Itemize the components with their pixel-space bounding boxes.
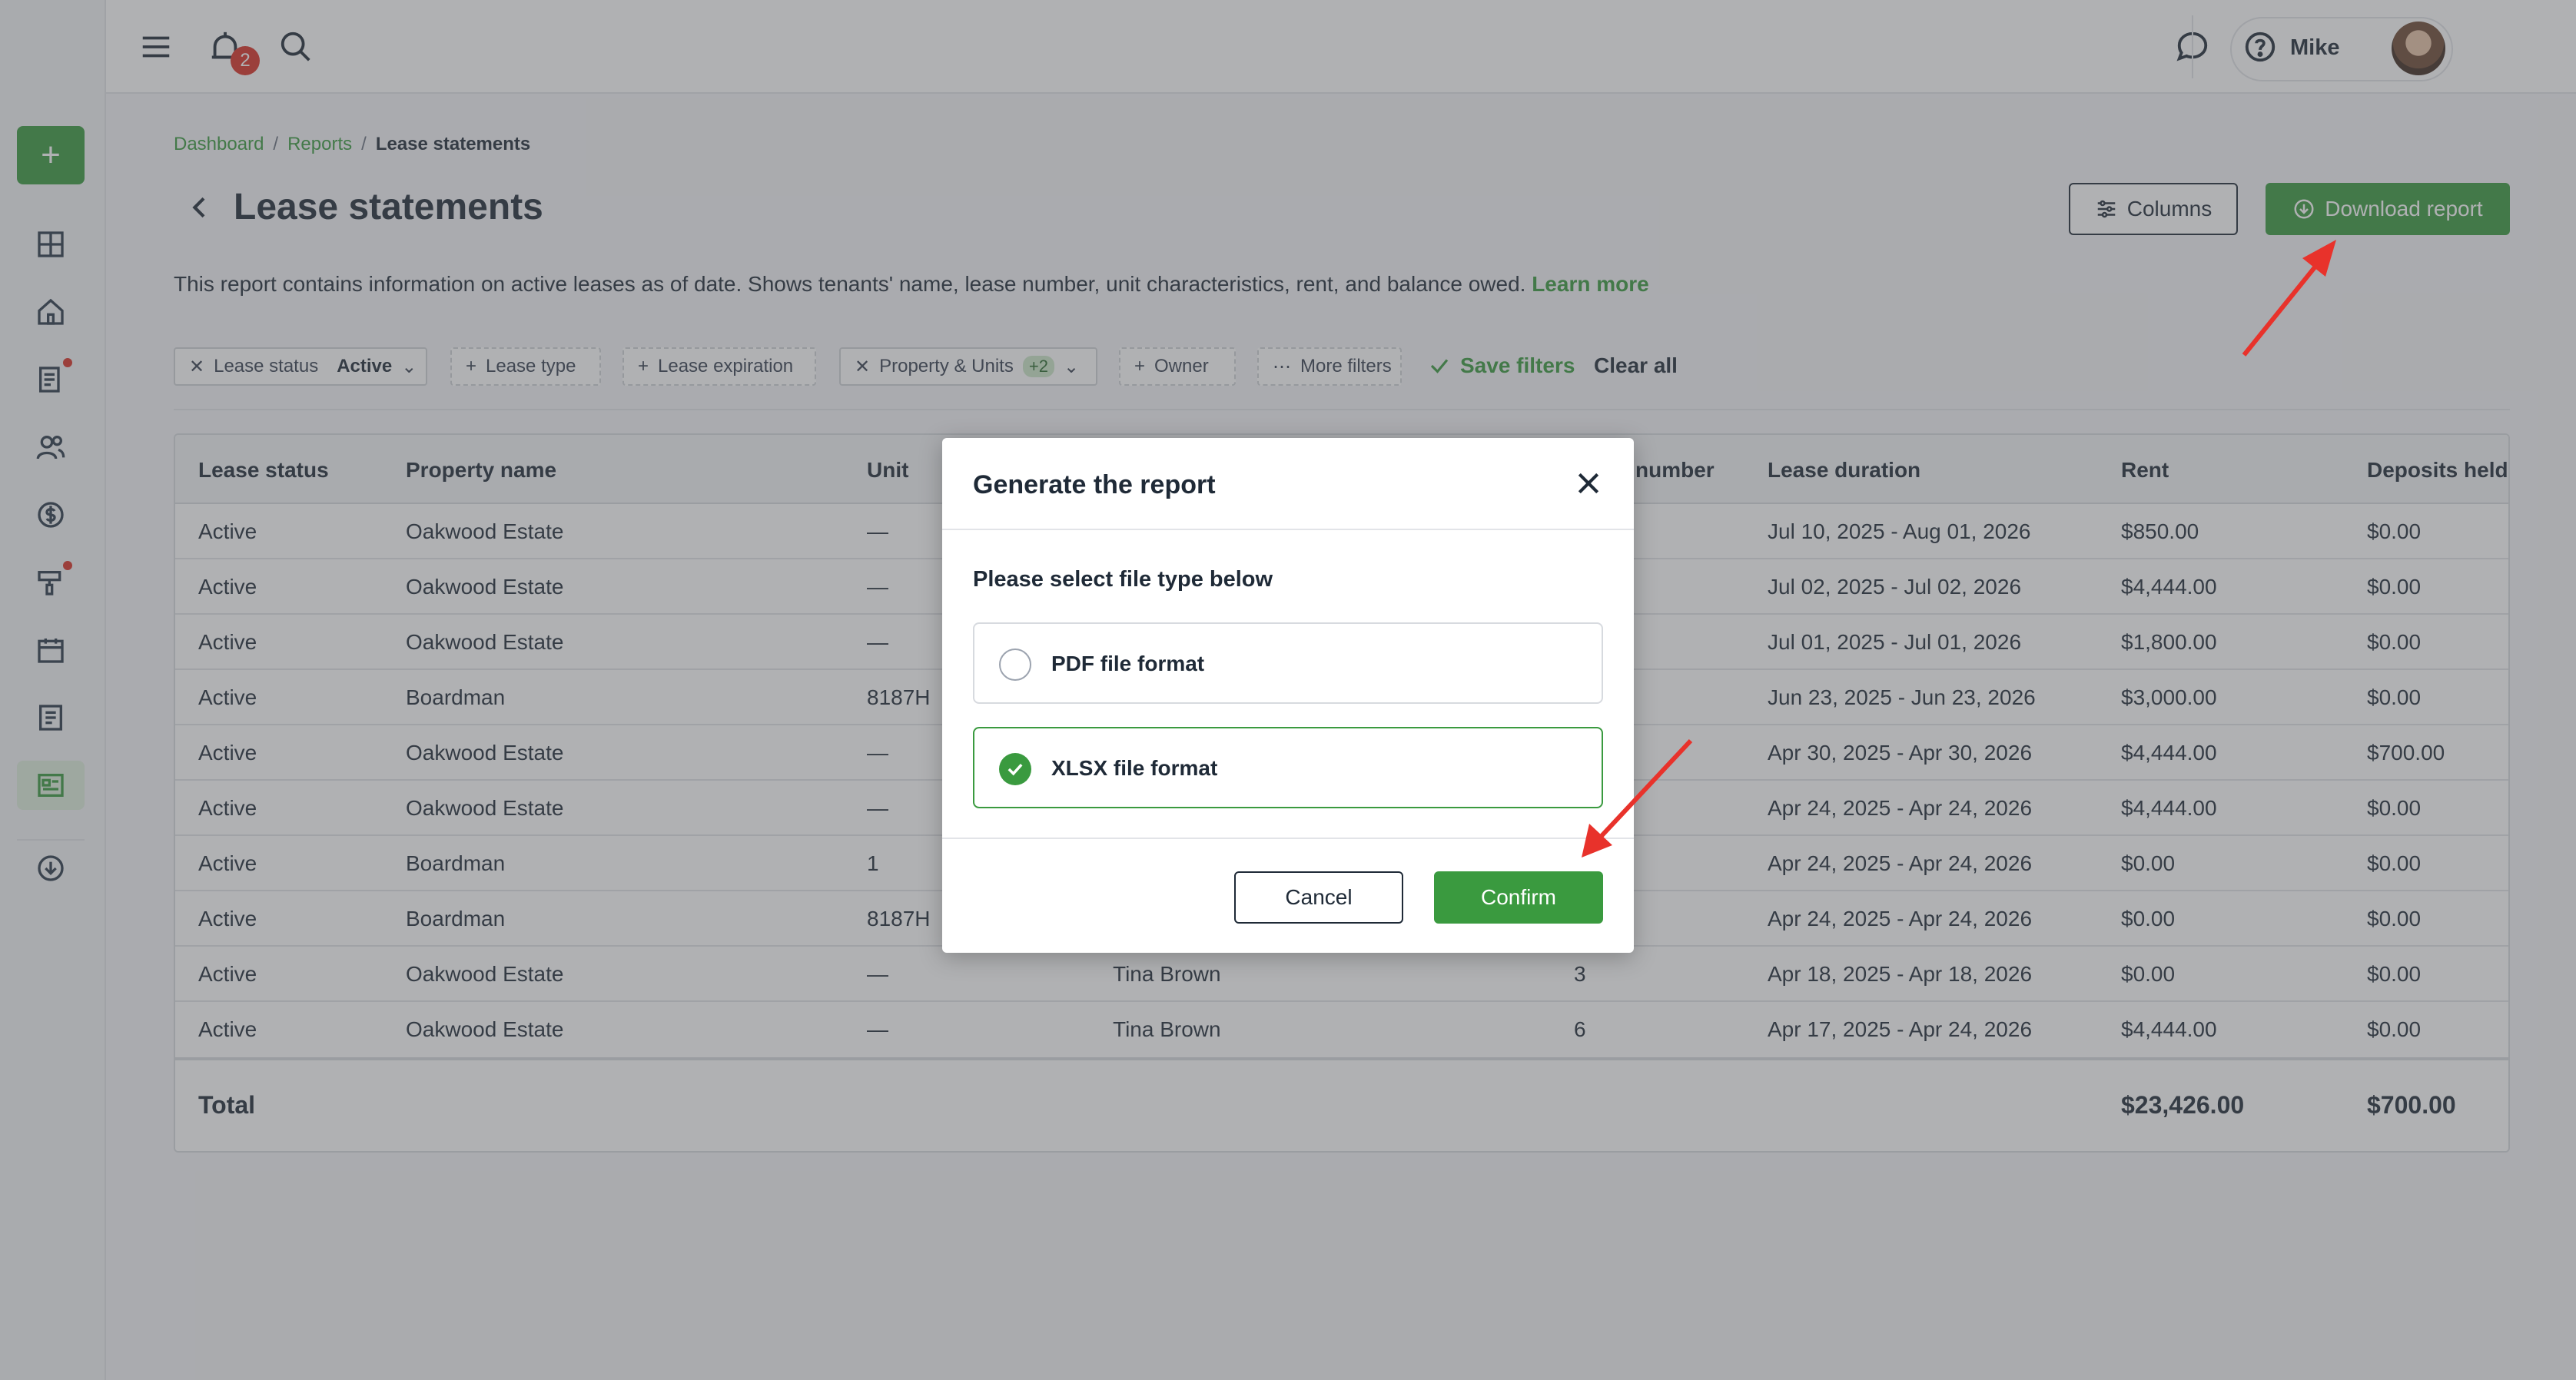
dialog-title: Generate the report — [973, 470, 1216, 499]
confirm-button[interactable]: Confirm — [1434, 871, 1603, 924]
dialog-subtitle: Please select file type below — [973, 567, 1273, 592]
dialog-footer-divider — [942, 838, 1634, 839]
option-xlsx[interactable]: XLSX file format — [973, 727, 1603, 808]
option-label: XLSX file format — [1051, 756, 1218, 780]
close-icon[interactable] — [1571, 466, 1606, 501]
check-circle-icon[interactable] — [999, 753, 1031, 785]
cancel-button[interactable]: Cancel — [1234, 871, 1403, 924]
dialog-divider — [942, 529, 1634, 530]
option-label: PDF file format — [1051, 652, 1205, 675]
radio-unchecked[interactable] — [999, 649, 1031, 681]
option-pdf[interactable]: PDF file format — [973, 622, 1603, 704]
generate-report-dialog: Generate the report Please select file t… — [942, 438, 1634, 953]
